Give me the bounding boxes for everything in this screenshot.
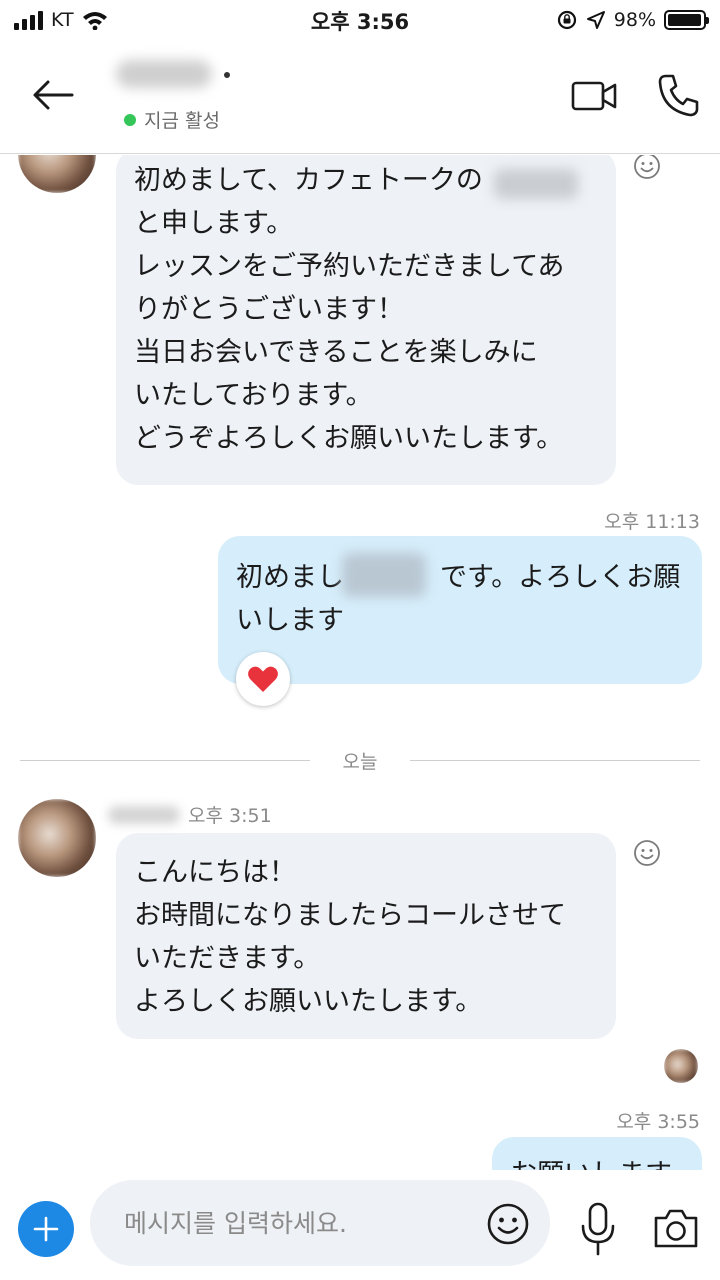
message-text-end: です。よろしくお願 bbox=[440, 562, 681, 593]
name-dot bbox=[224, 72, 230, 78]
sender-name-redacted bbox=[108, 806, 180, 824]
message-bubble-outgoing[interactable]: 初めまし です。よろしくお願 いします bbox=[218, 536, 702, 684]
add-attachment-button[interactable] bbox=[18, 1201, 74, 1257]
message-text-line2: いします bbox=[236, 605, 344, 636]
voice-call-button[interactable] bbox=[656, 72, 700, 118]
read-receipt-avatar bbox=[664, 1049, 698, 1083]
back-button[interactable] bbox=[28, 70, 78, 120]
online-dot-icon bbox=[124, 113, 136, 126]
message-text-line1: 初めまし です。よろしくお願 bbox=[236, 556, 684, 599]
contact-name-redacted[interactable] bbox=[116, 60, 212, 88]
battery-percent: 98% bbox=[613, 9, 656, 31]
message-time: 오후 11:13 bbox=[604, 511, 700, 533]
message-input[interactable] bbox=[124, 1180, 464, 1266]
message-bubble-incoming[interactable]: こんにちは！ お時間になりましたらコールさせて いただきます。 よろしくお願いい… bbox=[116, 833, 616, 1039]
message-list[interactable]: 初めまして、カフェトークの と申します。 レッスンをご予約いただきましてあ りが… bbox=[0, 155, 720, 1170]
video-camera-icon bbox=[571, 81, 617, 111]
contact-avatar[interactable] bbox=[18, 799, 96, 877]
location-arrow-icon bbox=[586, 11, 605, 29]
microphone-icon bbox=[581, 1202, 615, 1256]
message-time: 오후 3:55 bbox=[616, 1111, 700, 1133]
message-bubble-outgoing[interactable]: お願いします bbox=[492, 1137, 702, 1170]
presence-status: 지금 활성 bbox=[124, 106, 220, 133]
arrow-left-icon bbox=[33, 80, 74, 110]
status-right: 98% bbox=[556, 6, 709, 34]
message-bubble-incoming[interactable]: 初めまして、カフェトークの と申します。 レッスンをご予約いただきましてあ りが… bbox=[116, 155, 616, 485]
redacted-name bbox=[494, 169, 578, 199]
message-text: こんにちは！ お時間になりましたらコールさせて いただきます。 よろしくお願いい… bbox=[134, 857, 566, 1017]
status-bar: KT 오후 3:56 98% bbox=[0, 0, 720, 40]
message-text: お願いします bbox=[510, 1153, 684, 1170]
emoji-button[interactable] bbox=[486, 1202, 530, 1246]
message-text: 初めまして、カフェトークの と申します。 レッスンをご予約いただきましてあ りが… bbox=[134, 165, 565, 454]
smiley-icon bbox=[487, 1203, 529, 1245]
date-divider-line-right bbox=[410, 760, 700, 761]
video-call-button[interactable] bbox=[570, 76, 618, 116]
date-divider-line-left bbox=[20, 760, 310, 761]
add-reaction-icon[interactable] bbox=[632, 155, 662, 181]
chat-header: 지금 활성 bbox=[0, 40, 720, 154]
add-reaction-icon[interactable] bbox=[632, 838, 662, 868]
contact-avatar[interactable] bbox=[18, 155, 96, 193]
plus-icon bbox=[33, 1216, 59, 1242]
message-input-container bbox=[90, 1180, 550, 1266]
redacted-name bbox=[342, 553, 426, 597]
battery-icon bbox=[664, 10, 709, 30]
camera-button[interactable] bbox=[652, 1206, 700, 1250]
presence-label: 지금 활성 bbox=[144, 110, 220, 132]
rotation-lock-icon bbox=[557, 10, 576, 30]
camera-icon bbox=[654, 1209, 698, 1248]
reaction-badge[interactable] bbox=[236, 652, 290, 706]
heart-icon bbox=[248, 666, 278, 692]
date-divider-label: 오늘 bbox=[342, 751, 378, 773]
composer bbox=[0, 1170, 720, 1280]
message-time: 오후 3:51 bbox=[188, 805, 272, 827]
message-text-start: 初めまし bbox=[236, 562, 344, 593]
voice-message-button[interactable] bbox=[578, 1200, 618, 1258]
phone-icon bbox=[658, 74, 699, 117]
